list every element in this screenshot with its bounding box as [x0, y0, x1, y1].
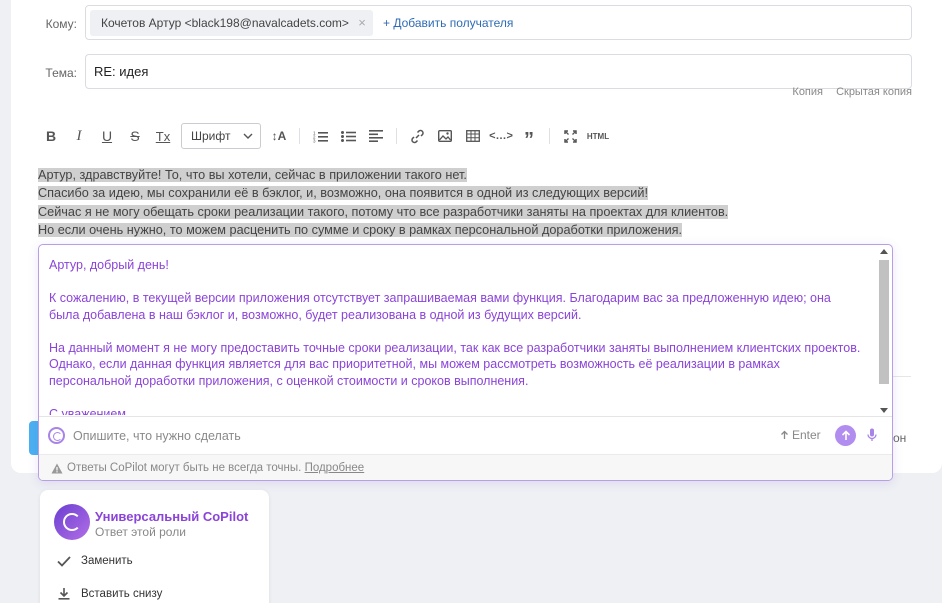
- role-subtitle: Ответ этой роли: [95, 525, 186, 539]
- background-text-partial: он: [893, 431, 907, 445]
- divider: [893, 376, 911, 377]
- html-button[interactable]: HTML: [584, 122, 612, 150]
- reply-paragraph: С уважением,: [49, 406, 130, 416]
- copilot-composer: Артур, добрый день! К сожалению, в текущ…: [38, 244, 893, 481]
- recipient-chip-label: Кочетов Артур <black198@navalcadets.com>: [101, 16, 349, 30]
- reply-paragraph: На данный момент я не могу предоставить …: [49, 340, 861, 388]
- insert-below-action[interactable]: Вставить снизу: [56, 587, 162, 600]
- bcc-link[interactable]: Скрытая копия: [836, 86, 912, 98]
- expand-icon: [563, 129, 577, 143]
- send-prompt-button[interactable]: [835, 425, 856, 446]
- role-title: Универсальный CoPilot: [95, 509, 249, 524]
- chevron-down-icon: [243, 133, 253, 139]
- reply-paragraph: Артур, добрый день!: [49, 258, 169, 272]
- cc-link[interactable]: Копия: [792, 86, 823, 98]
- quoted-line: Сейчас я не могу обещать сроки реализаци…: [38, 204, 729, 219]
- prompt-bar: Enter: [39, 416, 892, 454]
- bullet-list-icon: [340, 130, 356, 142]
- image-icon: [438, 130, 452, 142]
- subject-label: Тема:: [45, 66, 77, 80]
- bold-button[interactable]: B: [37, 122, 65, 150]
- download-icon: [58, 588, 70, 600]
- numbered-list-icon: 123: [313, 130, 328, 143]
- prompt-input[interactable]: [73, 426, 753, 446]
- align-left-icon: [369, 130, 383, 142]
- scroll-thumb[interactable]: [879, 260, 889, 384]
- replace-action-label: Заменить: [81, 555, 133, 567]
- microphone-button[interactable]: [867, 428, 877, 447]
- enter-key-icon: [781, 430, 788, 439]
- disclaimer-more-link[interactable]: Подробнее: [305, 462, 365, 474]
- scroll-up-arrow-icon[interactable]: [880, 249, 888, 254]
- recipient-chip[interactable]: Кочетов Артур <black198@navalcadets.com>…: [90, 10, 373, 36]
- remove-recipient-icon[interactable]: ×: [358, 10, 366, 36]
- toolbar-divider: [299, 128, 300, 144]
- subject-input-value: RE: идея: [94, 64, 149, 79]
- reply-paragraph: К сожалению, в текущей версии приложения…: [49, 291, 831, 322]
- copilot-disclaimer: Ответы CoPilot могут быть не всегда точн…: [39, 454, 892, 480]
- link-icon: [410, 129, 424, 143]
- add-recipient-link[interactable]: + Добавить получателя: [383, 10, 513, 36]
- insert-below-label: Вставить снизу: [81, 587, 163, 600]
- cc-links: Копия Скрытая копия: [782, 86, 912, 98]
- align-button[interactable]: [362, 122, 390, 150]
- toolbar-divider: [549, 128, 550, 144]
- formatting-toolbar: B I U S Tx Шрифт ↕A 123 <…> ” HTML: [37, 122, 612, 151]
- enter-hint-label: Enter: [792, 428, 821, 442]
- copilot-logo-icon: [48, 427, 65, 444]
- quoted-line: Спасибо за идею, мы сохранили её в бэкло…: [38, 186, 648, 201]
- fullscreen-button[interactable]: [556, 122, 584, 150]
- toolbar-divider: [396, 128, 397, 144]
- to-field[interactable]: Кочетов Артур <black198@navalcadets.com>…: [85, 5, 912, 40]
- quote-button[interactable]: ”: [515, 122, 543, 151]
- svg-text:3: 3: [313, 138, 316, 143]
- replace-action[interactable]: Заменить: [56, 555, 133, 567]
- reply-scrollbar[interactable]: [878, 249, 890, 413]
- to-label: Кому:: [45, 17, 77, 31]
- table-icon: [466, 130, 480, 142]
- link-button[interactable]: [403, 122, 431, 150]
- font-select-label: Шрифт: [191, 129, 231, 143]
- disclaimer-text: Ответы CoPilot могут быть не всегда точн…: [67, 462, 302, 474]
- bullet-list-button[interactable]: [334, 122, 362, 150]
- quoted-line: Артур, здравствуйте! То, что вы хотели, …: [38, 168, 467, 182]
- generated-reply[interactable]: Артур, добрый день! К сожалению, в текущ…: [49, 257, 864, 415]
- quoted-line: Но если очень нужно, то можем расценить …: [38, 222, 683, 237]
- checkmark-icon: [57, 555, 71, 567]
- scroll-down-arrow-icon[interactable]: [880, 408, 888, 413]
- code-button[interactable]: <…>: [487, 122, 515, 150]
- font-select[interactable]: Шрифт: [181, 123, 261, 149]
- enter-hint: Enter: [780, 428, 821, 442]
- clear-format-button[interactable]: Tx: [149, 122, 177, 150]
- warning-icon: [51, 463, 63, 474]
- arrow-up-icon: [841, 430, 850, 440]
- font-size-button[interactable]: ↕A: [265, 122, 293, 150]
- microphone-icon: [867, 428, 877, 441]
- table-button[interactable]: [459, 122, 487, 150]
- italic-button[interactable]: I: [65, 122, 93, 150]
- copilot-role-logo-icon: [54, 504, 90, 540]
- strikethrough-button[interactable]: S: [121, 122, 149, 150]
- numbered-list-button[interactable]: 123: [306, 122, 334, 150]
- image-button[interactable]: [431, 122, 459, 150]
- copilot-role-card: Универсальный CoPilot Ответ этой роли За…: [40, 490, 269, 603]
- subject-field[interactable]: RE: идея: [85, 54, 912, 89]
- quoted-message: Артур, здравствуйте! То, что вы хотели, …: [38, 166, 729, 239]
- underline-button[interactable]: U: [93, 122, 121, 150]
